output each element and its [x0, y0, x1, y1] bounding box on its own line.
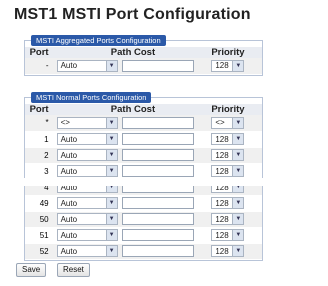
aggregated-ports-legend: MSTI Aggregated Ports Configuration	[31, 35, 166, 46]
chevron-down-icon: ▼	[105, 117, 117, 128]
priority-value: 128	[215, 61, 229, 71]
chevron-down-icon: ▼	[105, 230, 117, 240]
chevron-down-icon: ▼	[232, 60, 244, 71]
priority-select[interactable]: 128 ▼	[211, 197, 245, 209]
table-row: 2 Auto ▼ 128 ▼	[25, 147, 262, 164]
chevron-down-icon: ▼	[105, 214, 117, 224]
reset-button[interactable]: Reset	[57, 263, 90, 277]
path-cost-value: Auto	[60, 198, 78, 208]
page-title: MST1 MSTI Port Configuration	[14, 6, 251, 23]
path-cost-input[interactable]	[121, 133, 194, 145]
aggregated-ports-section: MSTI Aggregated Ports Configuration Port…	[24, 35, 263, 76]
table-row: - Auto ▼ 128 ▼	[25, 58, 262, 75]
path-cost-select[interactable]: Auto ▼	[56, 149, 118, 161]
priority-value: 128	[215, 166, 229, 176]
priority-value: 128	[215, 214, 229, 224]
path-cost-select[interactable]: Auto ▼	[56, 213, 118, 225]
path-cost-input[interactable]	[121, 197, 194, 209]
table-row: 51 Auto ▼ 128 ▼	[25, 227, 262, 244]
chevron-down-icon: ▼	[105, 134, 117, 144]
table-row: 3 Auto ▼ 128 ▼	[25, 163, 262, 180]
table-row: 50 Auto ▼ 128 ▼	[25, 211, 262, 228]
table-row: 52 Auto ▼ 128 ▼	[25, 243, 262, 260]
table-row: 1 Auto ▼ 128 ▼	[25, 131, 262, 148]
priority-value: 128	[215, 134, 229, 144]
chevron-down-icon: ▼	[105, 60, 117, 71]
table-row: 49 Auto ▼ 128 ▼	[25, 195, 262, 212]
header-priority: Priority	[209, 47, 262, 58]
path-cost-input[interactable]	[121, 59, 194, 72]
header-path-cost: Path Cost	[56, 47, 210, 58]
port-cell: 51	[25, 227, 57, 244]
aggregated-ports-table: Port Path Cost Priority - Auto ▼ 128 ▼	[25, 47, 262, 75]
path-cost-input[interactable]	[121, 165, 194, 177]
priority-select[interactable]: 128 ▼	[211, 149, 245, 161]
header-port: Port	[25, 47, 57, 58]
save-button[interactable]: Save	[16, 263, 47, 277]
chevron-down-icon: ▼	[232, 117, 244, 128]
chevron-down-icon: ▼	[105, 150, 117, 160]
port-cell: 2	[25, 147, 57, 164]
port-cell: 52	[25, 243, 57, 260]
chevron-down-icon: ▼	[232, 198, 244, 208]
priority-select[interactable]: 128 ▼	[211, 229, 245, 241]
port-cell: 50	[25, 211, 57, 228]
path-cost-value: Auto	[60, 246, 78, 256]
port-cell: 3	[25, 163, 57, 180]
priority-value: <>	[215, 118, 225, 128]
chevron-down-icon: ▼	[232, 134, 244, 144]
chevron-down-icon: ▼	[232, 150, 244, 160]
priority-select[interactable]: 128 ▼	[211, 165, 245, 177]
normal-ports-rows: * <> ▼ <> ▼ 1 Auto ▼ 128 ▼ 2 Auto ▼ 128 ▼ 3 Auto ▼ 128 ▼ 4 Au…	[25, 115, 262, 260]
path-cost-value: Auto	[60, 150, 78, 160]
chevron-down-icon: ▼	[232, 230, 244, 240]
path-cost-select[interactable]: Auto ▼	[56, 59, 118, 72]
header-priority: Priority	[209, 104, 262, 115]
chevron-down-icon: ▼	[232, 214, 244, 224]
priority-select[interactable]: 128 ▼	[211, 213, 245, 225]
path-cost-value: Auto	[60, 214, 78, 224]
path-cost-input[interactable]	[121, 116, 194, 129]
path-cost-input[interactable]	[121, 213, 194, 225]
priority-select[interactable]: 128 ▼	[211, 245, 245, 257]
path-cost-value: Auto	[60, 61, 78, 71]
priority-value: 128	[215, 198, 229, 208]
chevron-down-icon: ▼	[105, 198, 117, 208]
path-cost-select[interactable]: Auto ▼	[56, 245, 118, 257]
path-cost-value: Auto	[60, 166, 78, 176]
priority-select[interactable]: 128 ▼	[211, 133, 245, 145]
path-cost-input[interactable]	[121, 245, 194, 257]
chevron-down-icon: ▼	[105, 246, 117, 256]
path-cost-value: <>	[60, 118, 70, 128]
table-row: * <> ▼ <> ▼	[25, 115, 262, 132]
port-cell: -	[25, 58, 57, 75]
screenshot-cut	[24, 178, 263, 186]
priority-value: 128	[215, 150, 229, 160]
chevron-down-icon: ▼	[105, 166, 117, 176]
port-cell: *	[25, 115, 57, 132]
path-cost-select[interactable]: Auto ▼	[56, 229, 118, 241]
path-cost-value: Auto	[60, 134, 78, 144]
port-cell: 1	[25, 131, 57, 148]
path-cost-input[interactable]	[121, 149, 194, 161]
port-cell: 49	[25, 195, 57, 212]
path-cost-select[interactable]: <> ▼	[56, 116, 118, 129]
priority-select[interactable]: <> ▼	[211, 116, 245, 129]
path-cost-select[interactable]: Auto ▼	[56, 133, 118, 145]
normal-ports-legend: MSTI Normal Ports Configuration	[31, 92, 152, 103]
path-cost-select[interactable]: Auto ▼	[56, 197, 118, 209]
path-cost-value: Auto	[60, 230, 78, 240]
priority-value: 128	[215, 246, 229, 256]
priority-value: 128	[215, 230, 229, 240]
path-cost-input[interactable]	[121, 229, 194, 241]
chevron-down-icon: ▼	[232, 246, 244, 256]
chevron-down-icon: ▼	[232, 166, 244, 176]
path-cost-select[interactable]: Auto ▼	[56, 165, 118, 177]
priority-select[interactable]: 128 ▼	[211, 59, 245, 72]
header-path-cost: Path Cost	[56, 104, 210, 115]
header-port: Port	[25, 104, 57, 115]
